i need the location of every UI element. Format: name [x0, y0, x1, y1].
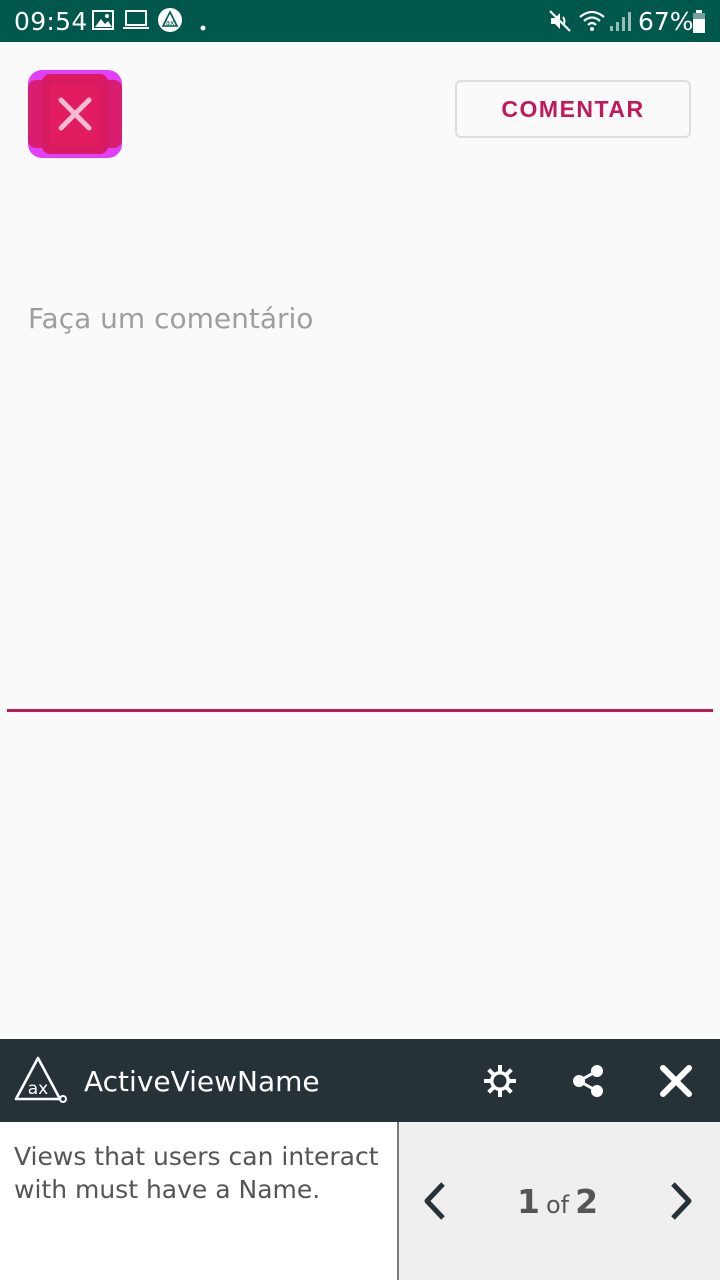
close-button[interactable]: [28, 70, 122, 158]
scanner-description: Views that users can interact with must …: [14, 1142, 379, 1204]
svg-text:ax: ax: [28, 1079, 48, 1099]
status-time: 09:54: [14, 7, 88, 36]
scanner-close-icon[interactable]: [658, 1063, 694, 1104]
pager-current: 1: [517, 1182, 540, 1221]
chevron-left-icon[interactable]: [419, 1180, 449, 1227]
pager-of: of: [545, 1191, 570, 1219]
scanner-pager-panel: 1 of 2: [397, 1122, 720, 1280]
signal-icon: [608, 9, 632, 38]
scanner-title: ActiveViewName: [84, 1065, 320, 1098]
ax-logo-icon: ax: [14, 1055, 68, 1110]
laptop-icon: [122, 9, 150, 36]
scanner-header: ax ActiveViewName: [0, 1039, 720, 1122]
image-icon: [92, 9, 114, 36]
comment-input[interactable]: [28, 296, 688, 340]
mute-icon: [548, 9, 572, 38]
share-icon[interactable]: [570, 1063, 606, 1104]
chevron-right-icon[interactable]: [667, 1180, 697, 1227]
status-bar: 09:54 ax 67%: [0, 0, 720, 42]
dot-icon: [200, 18, 206, 36]
scanner-description-panel: Views that users can interact with must …: [0, 1122, 397, 1280]
scanner-pager: 1 of 2: [517, 1182, 598, 1221]
battery-percentage: 67%: [638, 7, 694, 36]
comment-button[interactable]: COMENTAR: [455, 80, 691, 138]
comment-input-underline: [7, 709, 713, 712]
pager-total: 2: [575, 1182, 599, 1221]
battery-icon: [692, 10, 706, 39]
wifi-icon: [578, 9, 606, 38]
close-icon: [28, 70, 122, 158]
svg-text:ax: ax: [166, 19, 174, 27]
accessibility-scanner-icon: ax: [157, 7, 183, 38]
settings-icon[interactable]: [482, 1063, 518, 1104]
